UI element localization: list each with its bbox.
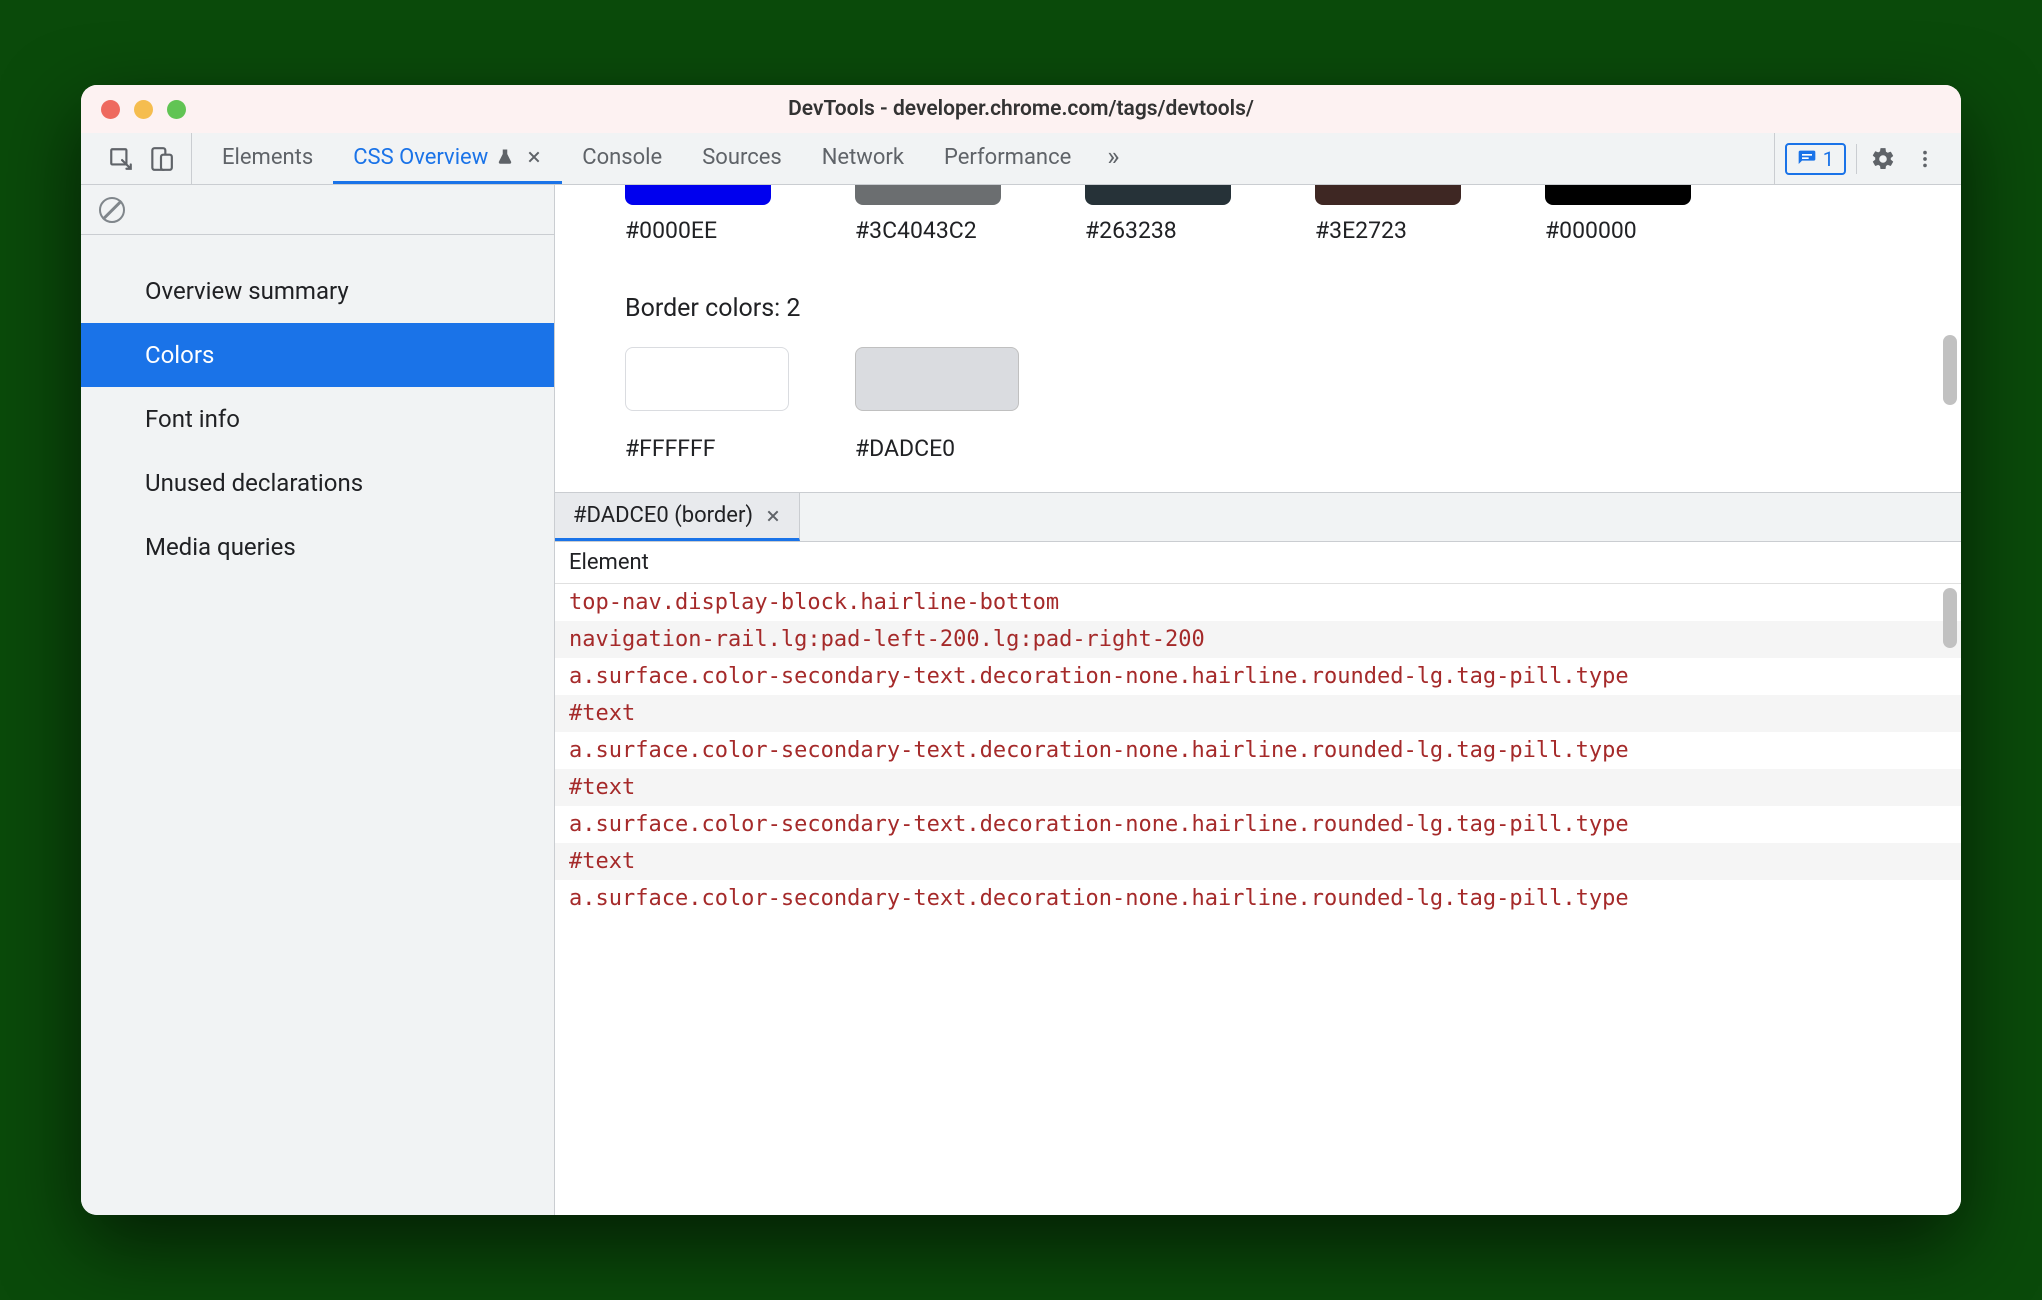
tab-sources[interactable]: Sources [682, 133, 802, 184]
sidebar-item-overview-summary[interactable]: Overview summary [81, 259, 554, 323]
border-swatch[interactable] [625, 347, 789, 411]
toolbar-right-group: 1 [1774, 133, 1951, 184]
flask-icon [496, 148, 514, 166]
tab-css-overview[interactable]: CSS Overview [333, 133, 562, 184]
details-tab[interactable]: #DADCE0 (border) [555, 493, 800, 541]
element-row[interactable]: #text [555, 695, 1961, 732]
tab-performance[interactable]: Performance [924, 133, 1091, 184]
border-swatch-item: #DADCE0 [855, 347, 1019, 462]
kebab-menu-icon[interactable] [1909, 143, 1941, 175]
issues-badge[interactable]: 1 [1785, 143, 1846, 175]
element-row[interactable]: #text [555, 769, 1961, 806]
tab-label: Performance [944, 145, 1071, 170]
sidebar-item-label: Colors [145, 341, 214, 369]
color-hex-label: #000000 [1545, 217, 1637, 244]
content-scrollbar[interactable] [1943, 335, 1957, 405]
element-row[interactable]: a.surface.color-secondary-text.decoratio… [555, 880, 1961, 917]
sidebar-item-font-info[interactable]: Font info [81, 387, 554, 451]
minimize-window-button[interactable] [134, 100, 153, 119]
panel-tabs: Elements CSS Overview Console Sources Ne… [192, 133, 1774, 184]
inspect-element-icon[interactable] [105, 143, 137, 175]
color-swatch-row: #0000EE #3C4043C2 #263238 #3E2723 [625, 185, 1891, 244]
border-colors-title: Border colors: 2 [625, 294, 1891, 323]
border-swatch-item: #FFFFFF [625, 347, 789, 462]
issues-count: 1 [1823, 147, 1834, 171]
main-area: Overview summary Colors Font info Unused… [81, 185, 1961, 1215]
color-swatch-item: #3C4043C2 [855, 185, 1001, 244]
tab-label: Sources [702, 145, 782, 170]
element-row[interactable]: a.surface.color-secondary-text.decoratio… [555, 732, 1961, 769]
devtools-window: DevTools - developer.chrome.com/tags/dev… [81, 85, 1961, 1215]
tab-label: CSS Overview [353, 145, 488, 170]
color-swatch[interactable] [625, 185, 771, 205]
sidebar-list: Overview summary Colors Font info Unused… [81, 235, 554, 579]
close-window-button[interactable] [101, 100, 120, 119]
color-swatch-item: #000000 [1545, 185, 1691, 244]
tab-console[interactable]: Console [562, 133, 682, 184]
chevron-double-right-icon: » [1107, 142, 1119, 172]
colors-content: #0000EE #3C4043C2 #263238 #3E2723 [555, 185, 1961, 492]
color-hex-label: #FFFFFF [625, 435, 715, 462]
clear-icon[interactable] [99, 197, 125, 223]
titlebar: DevTools - developer.chrome.com/tags/dev… [81, 85, 1961, 133]
device-toolbar-icon[interactable] [145, 143, 177, 175]
more-tabs-button[interactable]: » [1091, 133, 1135, 184]
details-tabbar: #DADCE0 (border) [555, 493, 1961, 542]
sidebar-item-label: Overview summary [145, 277, 349, 305]
sidebar-item-label: Media queries [145, 533, 296, 561]
sidebar-item-media-queries[interactable]: Media queries [81, 515, 554, 579]
tab-label: Console [582, 145, 662, 170]
color-hex-label: #3C4043C2 [855, 217, 977, 244]
tab-label: Network [822, 145, 904, 170]
toolbar-left-group [91, 133, 192, 184]
sidebar-item-label: Unused declarations [145, 469, 363, 497]
color-hex-label: #3E2723 [1315, 217, 1407, 244]
window-title: DevTools - developer.chrome.com/tags/dev… [81, 97, 1961, 121]
border-swatch[interactable] [855, 347, 1019, 411]
details-panel: #DADCE0 (border) Element top-nav.display… [555, 492, 1961, 1215]
tab-elements[interactable]: Elements [202, 133, 333, 184]
close-icon[interactable] [765, 508, 781, 524]
content-panel: #0000EE #3C4043C2 #263238 #3E2723 [555, 185, 1961, 1215]
settings-icon[interactable] [1867, 143, 1899, 175]
sidebar-item-unused-declarations[interactable]: Unused declarations [81, 451, 554, 515]
issues-icon [1797, 149, 1817, 169]
element-list: top-nav.display-block.hairline-bottom na… [555, 584, 1961, 1215]
divider [1856, 144, 1857, 174]
zoom-window-button[interactable] [167, 100, 186, 119]
traffic-lights [101, 100, 186, 119]
color-swatch-item: #3E2723 [1315, 185, 1461, 244]
color-swatch-item: #263238 [1085, 185, 1231, 244]
sidebar-item-colors[interactable]: Colors [81, 323, 554, 387]
close-tab-icon[interactable] [526, 149, 542, 165]
tab-network[interactable]: Network [802, 133, 924, 184]
sidebar-header [81, 185, 554, 235]
main-toolbar: Elements CSS Overview Console Sources Ne… [81, 133, 1961, 185]
color-hex-label: #DADCE0 [855, 435, 955, 462]
color-swatch[interactable] [1085, 185, 1231, 205]
border-swatch-row: #FFFFFF #DADCE0 [625, 347, 1891, 462]
details-scrollbar[interactable] [1943, 588, 1957, 648]
color-swatch-item: #0000EE [625, 185, 771, 244]
tab-label: Elements [222, 145, 313, 170]
sidebar-item-label: Font info [145, 405, 240, 433]
element-row[interactable]: #text [555, 843, 1961, 880]
color-swatch[interactable] [855, 185, 1001, 205]
details-tab-label: #DADCE0 (border) [573, 503, 753, 528]
color-hex-label: #0000EE [625, 217, 717, 244]
details-column-header: Element [555, 542, 1961, 584]
color-hex-label: #263238 [1085, 217, 1177, 244]
color-swatch[interactable] [1315, 185, 1461, 205]
element-row[interactable]: navigation-rail.lg:pad-left-200.lg:pad-r… [555, 621, 1961, 658]
color-swatch[interactable] [1545, 185, 1691, 205]
css-overview-sidebar: Overview summary Colors Font info Unused… [81, 185, 555, 1215]
element-row[interactable]: a.surface.color-secondary-text.decoratio… [555, 658, 1961, 695]
element-row[interactable]: top-nav.display-block.hairline-bottom [555, 584, 1961, 621]
element-row[interactable]: a.surface.color-secondary-text.decoratio… [555, 806, 1961, 843]
